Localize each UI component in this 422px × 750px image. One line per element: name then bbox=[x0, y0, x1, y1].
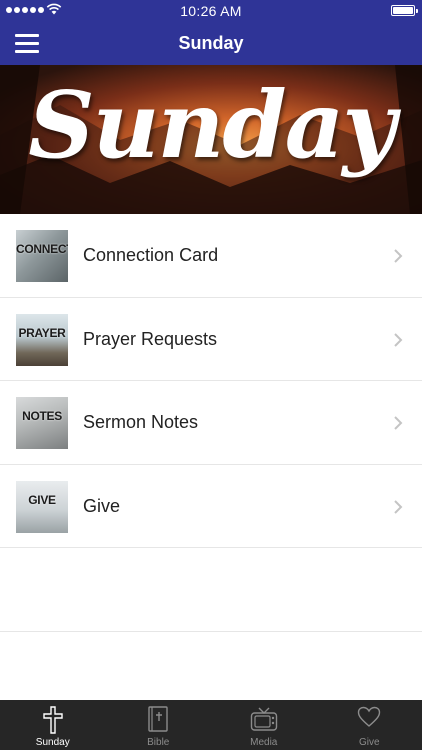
hero-banner: Sunday bbox=[0, 65, 422, 214]
tab-sunday[interactable]: Sunday bbox=[0, 700, 106, 750]
tab-label: Sunday bbox=[35, 737, 70, 748]
tab-bar: Sunday Bible Media Give bbox=[0, 700, 422, 750]
page-title: Sunday bbox=[178, 33, 244, 53]
heart-icon bbox=[358, 706, 381, 727]
status-time: 10:26 AM bbox=[180, 3, 242, 19]
tv-icon bbox=[250, 707, 277, 731]
prayer-thumbnail: PRAYER bbox=[16, 313, 68, 366]
battery-icon bbox=[391, 5, 418, 16]
tab-label: Bible bbox=[147, 737, 170, 748]
status-bar: 10:26 AM bbox=[0, 0, 422, 22]
thumbnail-label: NOTES bbox=[22, 409, 62, 423]
thumbnail-label: PRAYER bbox=[18, 325, 66, 340]
list-item-label: Give bbox=[83, 495, 121, 516]
tab-label: Media bbox=[250, 737, 278, 748]
chevron-right-icon bbox=[394, 416, 403, 430]
list-item-label: Connection Card bbox=[83, 245, 219, 265]
bible-icon bbox=[148, 706, 168, 732]
top-bar: 10:26 AM Sunday bbox=[0, 0, 422, 65]
connect-thumbnail: CONNECT bbox=[16, 230, 68, 282]
chevron-right-icon bbox=[394, 499, 403, 514]
list-item-prayer-requests[interactable]: PRAYER Prayer Requests bbox=[0, 297, 422, 381]
tab-label: Give bbox=[358, 737, 380, 748]
tab-give[interactable]: Give bbox=[317, 700, 422, 750]
chevron-right-icon bbox=[394, 332, 403, 347]
menu-list: CONNECT Connection Card PRAYER Prayer Re… bbox=[0, 214, 422, 632]
list-item-label: Prayer Requests bbox=[83, 328, 218, 349]
navigation-bar: Sunday bbox=[0, 22, 422, 65]
cross-icon bbox=[43, 706, 63, 734]
list-item-sermon-notes[interactable]: NOTES Sermon Notes bbox=[0, 381, 422, 465]
tab-media[interactable]: Media bbox=[211, 700, 317, 750]
give-thumbnail: GIVE bbox=[16, 480, 68, 533]
thumbnail-label: GIVE bbox=[28, 492, 56, 507]
list-item-label: Sermon Notes bbox=[83, 412, 199, 432]
empty-row bbox=[0, 548, 422, 632]
list-item-give[interactable]: GIVE Give bbox=[0, 464, 422, 548]
thumbnail-label: CONNECT bbox=[16, 242, 68, 256]
list-item-connection-card[interactable]: CONNECT Connection Card bbox=[0, 214, 422, 298]
chevron-right-icon bbox=[394, 249, 403, 263]
tab-bible[interactable]: Bible bbox=[106, 700, 212, 750]
notes-thumbnail: NOTES bbox=[16, 397, 68, 449]
banner-title: Sunday bbox=[28, 71, 396, 179]
